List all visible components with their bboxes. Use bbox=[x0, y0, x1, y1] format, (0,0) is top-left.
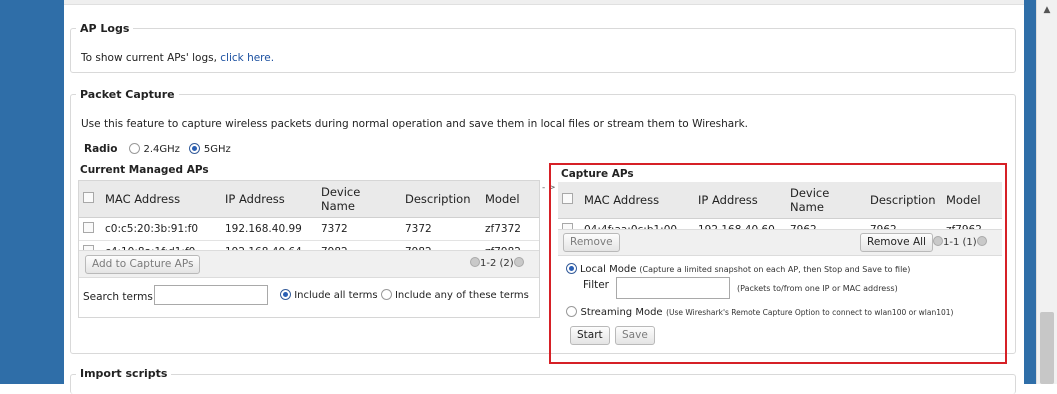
add-to-capture-button[interactable]: Add to Capture APs bbox=[85, 255, 201, 274]
include-any-radio[interactable] bbox=[380, 289, 392, 300]
radio-5ghz-label: 5GHz bbox=[203, 144, 231, 155]
capture-aps-highlight-box bbox=[549, 163, 1007, 364]
current-managed-title: Current Managed APs bbox=[80, 164, 209, 176]
col-ip[interactable]: IP Address bbox=[221, 181, 317, 218]
main-content: AP Logs To show current APs' logs, click… bbox=[64, 0, 1024, 394]
include-all-label: Include all terms bbox=[294, 290, 378, 301]
cell-device-name: 7372 bbox=[317, 217, 401, 241]
packet-capture-description: Use this feature to capture wireless pac… bbox=[81, 118, 748, 130]
include-all-radio[interactable] bbox=[280, 289, 291, 300]
ap-logs-title: AP Logs bbox=[76, 22, 134, 35]
select-all-checkbox[interactable] bbox=[83, 192, 94, 203]
row-checkbox[interactable] bbox=[83, 222, 94, 233]
import-scripts-group bbox=[70, 374, 1016, 394]
include-options: Include all terms Include any of these t… bbox=[280, 289, 529, 301]
radio-label: Radio bbox=[84, 143, 118, 155]
cell-mac: c0:c5:20:3b:91:f0 bbox=[101, 217, 221, 241]
table-row[interactable]: c0:c5:20:3b:91:f0 192.168.40.99 7372 737… bbox=[79, 217, 539, 241]
current-managed-header-row: MAC Address IP Address Device Name Descr… bbox=[79, 181, 539, 218]
col-model[interactable]: Model bbox=[481, 181, 539, 218]
col-description[interactable]: Description bbox=[401, 181, 481, 218]
scroll-up-icon[interactable]: ▲ bbox=[1037, 2, 1057, 18]
scrollbar-thumb[interactable] bbox=[1040, 312, 1054, 384]
current-managed-pager: 1-2 (2) bbox=[470, 257, 524, 269]
radio-5ghz[interactable] bbox=[189, 143, 201, 154]
left-side-band bbox=[0, 0, 64, 384]
prev-page-icon[interactable] bbox=[470, 257, 480, 267]
next-page-icon[interactable] bbox=[513, 257, 524, 267]
radio-row: Radio 2.4GHz 5GHz bbox=[84, 142, 231, 155]
include-any-label: Include any of these terms bbox=[394, 290, 529, 301]
radio-24ghz-label: 2.4GHz bbox=[143, 144, 180, 155]
import-scripts-title: Import scripts bbox=[76, 367, 172, 380]
top-strip bbox=[64, 0, 1024, 5]
search-terms-label: Search terms bbox=[83, 291, 153, 303]
cell-model: zf7372 bbox=[481, 217, 539, 241]
radio-24ghz[interactable] bbox=[129, 143, 140, 154]
search-terms-input[interactable] bbox=[154, 285, 268, 305]
ap-logs-text-line: To show current APs' logs, click here. bbox=[81, 52, 274, 64]
vertical-scrollbar[interactable]: ▲ bbox=[1036, 0, 1057, 384]
ap-logs-group bbox=[70, 28, 1016, 73]
current-managed-pager-text: 1-2 (2) bbox=[480, 258, 514, 269]
cell-description: 7372 bbox=[401, 217, 481, 241]
ap-logs-text: To show current APs' logs, bbox=[81, 52, 221, 64]
cell-ip: 192.168.40.99 bbox=[221, 217, 317, 241]
ap-logs-link[interactable]: click here. bbox=[220, 52, 274, 64]
packet-capture-title: Packet Capture bbox=[76, 88, 179, 101]
col-mac[interactable]: MAC Address bbox=[101, 181, 221, 218]
right-side-band bbox=[1024, 0, 1036, 384]
col-device-name[interactable]: Device Name bbox=[317, 181, 401, 218]
